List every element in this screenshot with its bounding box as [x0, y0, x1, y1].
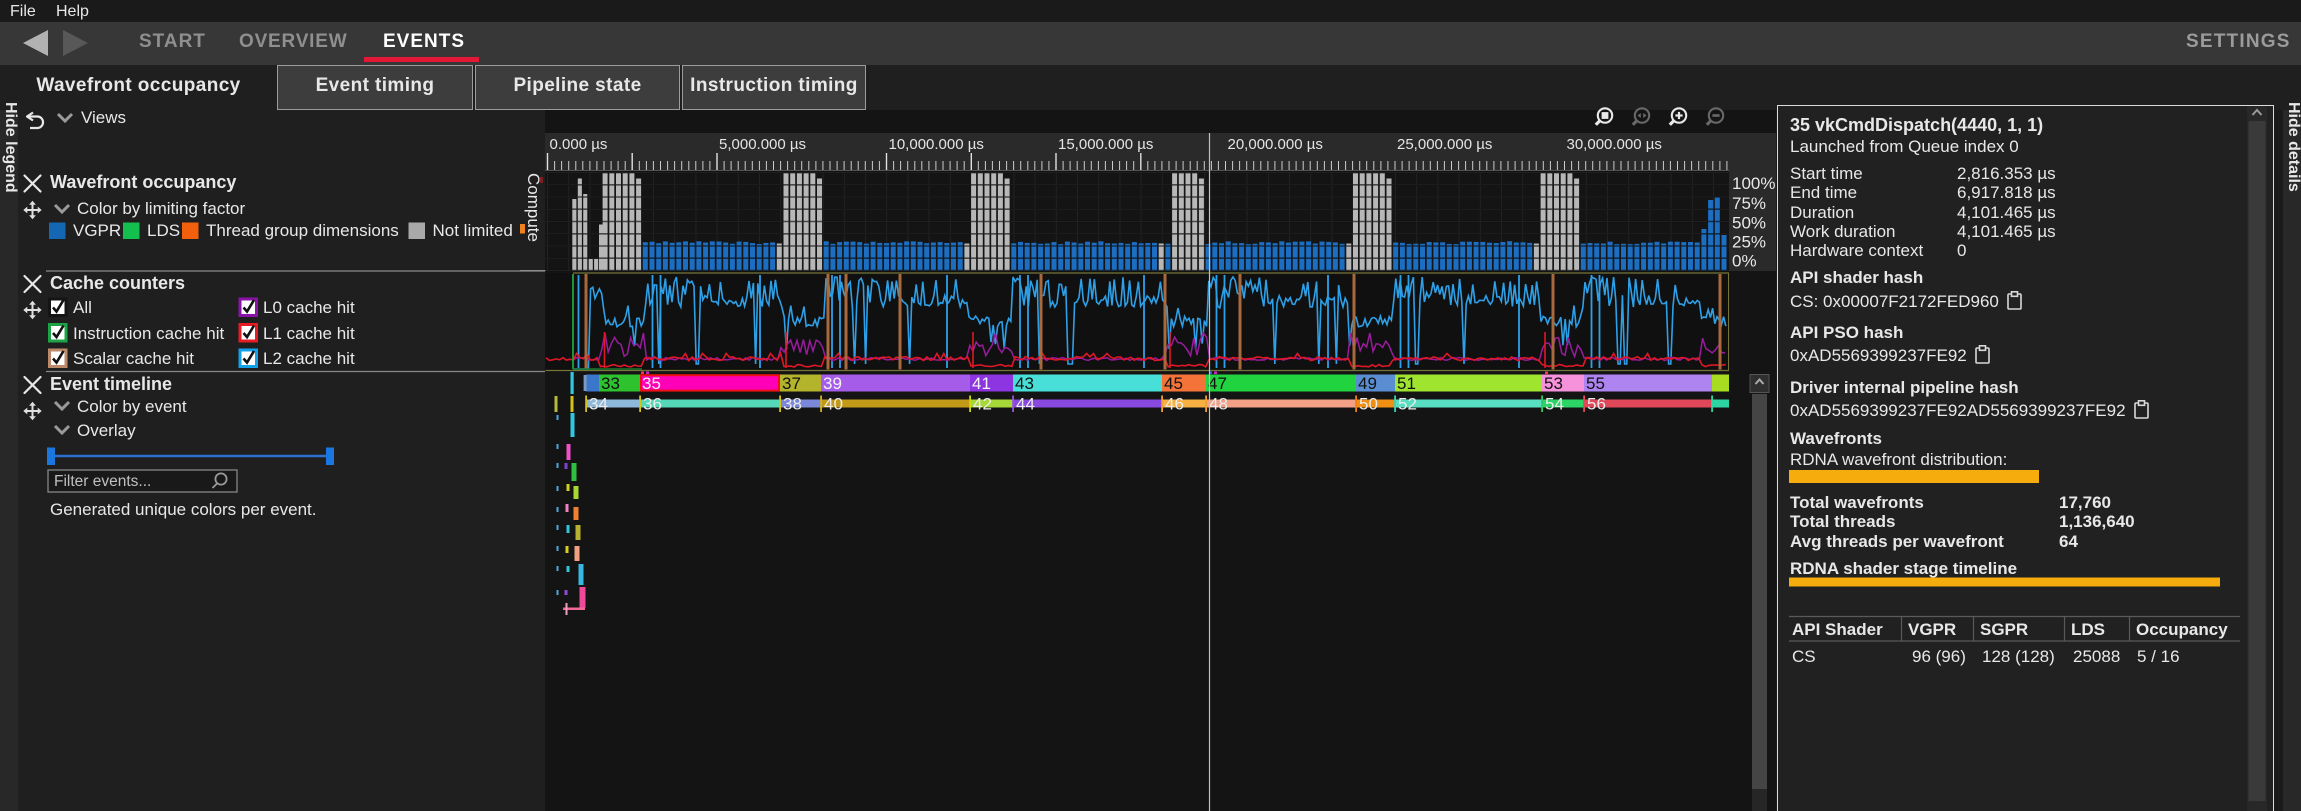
svg-text:41: 41 — [972, 374, 991, 393]
svg-text:34: 34 — [589, 395, 608, 414]
svg-text:5,000.000 µs: 5,000.000 µs — [719, 136, 806, 153]
svg-text:75%: 75% — [1732, 194, 1766, 213]
svg-text:0.000 µs: 0.000 µs — [550, 136, 608, 153]
svg-text:44: 44 — [1016, 395, 1035, 414]
svg-text:39: 39 — [823, 374, 842, 393]
svg-text:36: 36 — [643, 395, 662, 414]
svg-text:20,000.000 µs: 20,000.000 µs — [1228, 136, 1323, 153]
svg-text:53: 53 — [1544, 374, 1563, 393]
svg-text:33: 33 — [601, 374, 620, 393]
svg-text:48: 48 — [1209, 395, 1228, 414]
svg-text:15,000.000 µs: 15,000.000 µs — [1058, 136, 1153, 153]
svg-text:37: 37 — [782, 374, 801, 393]
svg-text:51: 51 — [1397, 374, 1416, 393]
svg-text:25%: 25% — [1732, 233, 1766, 252]
svg-text:54: 54 — [1545, 395, 1564, 414]
svg-text:38: 38 — [783, 395, 802, 414]
svg-text:42: 42 — [973, 395, 992, 414]
svg-text:55: 55 — [1586, 374, 1605, 393]
svg-text:0%: 0% — [1732, 252, 1757, 271]
svg-text:47: 47 — [1208, 374, 1227, 393]
svg-text:30,000.000 µs: 30,000.000 µs — [1567, 136, 1662, 153]
svg-text:10,000.000 µs: 10,000.000 µs — [889, 136, 984, 153]
svg-text:46: 46 — [1165, 395, 1184, 414]
svg-text:50: 50 — [1359, 395, 1378, 414]
svg-text:45: 45 — [1164, 374, 1183, 393]
svg-text:25,000.000 µs: 25,000.000 µs — [1397, 136, 1492, 153]
svg-text:40: 40 — [824, 395, 843, 414]
svg-text:100%: 100% — [1732, 174, 1775, 193]
svg-text:56: 56 — [1587, 395, 1606, 414]
svg-text:43: 43 — [1015, 374, 1034, 393]
svg-text:52: 52 — [1398, 395, 1417, 414]
svg-text:50%: 50% — [1732, 214, 1766, 233]
svg-text:49: 49 — [1358, 374, 1377, 393]
